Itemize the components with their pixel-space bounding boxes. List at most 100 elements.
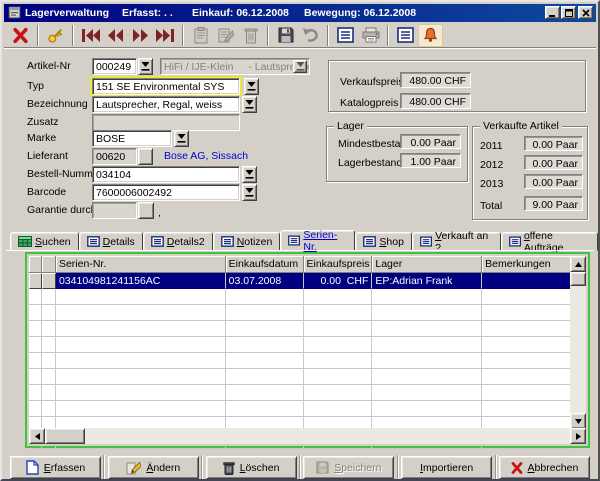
barcode-input[interactable]: 7600006002492 <box>92 184 240 201</box>
table-row-empty[interactable] <box>29 369 571 385</box>
list-icon[interactable] <box>393 24 418 47</box>
importieren-button[interactable]: Importieren <box>401 456 492 479</box>
bestell-nummer-dropdown-icon[interactable] <box>242 166 257 183</box>
button-separator <box>495 455 497 480</box>
command-button-bar: Erfassen Ändern Löschen Speichern Import… <box>2 455 598 480</box>
lieferant-lookup-button[interactable] <box>138 148 153 165</box>
row-indicator[interactable] <box>29 273 42 289</box>
paste-icon[interactable] <box>188 24 213 47</box>
lagerbestand-label: Lagerbestand <box>338 155 402 169</box>
tab-serien-nr[interactable]: Serien-Nr. <box>280 230 355 251</box>
table-row-empty[interactable] <box>29 401 571 417</box>
scroll-left-icon[interactable] <box>29 428 45 444</box>
kategorie-dropdown-icon[interactable] <box>293 60 307 73</box>
header-lager[interactable]: Lager <box>372 256 482 273</box>
header-einkaufspreis[interactable]: Einkaufspreis <box>304 256 373 273</box>
save-icon[interactable] <box>273 24 298 47</box>
jahr-2012-label: 2012 <box>480 157 503 171</box>
tab-verkauft-an[interactable]: Verkauft an ? <box>412 232 501 251</box>
garantie-label: Garantie durch <box>27 202 96 216</box>
document-icon <box>151 236 164 247</box>
artikel-nr-label: Artikel-Nr <box>27 58 71 72</box>
table-row-empty[interactable] <box>29 353 571 369</box>
titlebar[interactable]: Lagerverwaltung Erfasst: . . Einkauf: 06… <box>4 4 596 22</box>
lager-group-title: Lager <box>334 120 367 132</box>
artikel-nr-dropdown-icon[interactable] <box>138 58 153 75</box>
cell-lager[interactable]: EP:Adrian Frank <box>372 273 482 289</box>
marke-input[interactable]: BOSE <box>92 130 172 147</box>
table-row-empty[interactable] <box>29 337 571 353</box>
header-einkaufsdatum[interactable]: Einkaufsdatum <box>226 256 304 273</box>
bestell-nummer-input[interactable]: 034104 <box>92 166 240 183</box>
edit-icon[interactable] <box>213 24 238 47</box>
toolbar-separator <box>37 25 39 46</box>
table-row-empty[interactable] <box>29 321 571 337</box>
alarm-bell-icon[interactable] <box>418 24 443 47</box>
edit-pencil-icon <box>126 461 141 475</box>
first-record-icon[interactable] <box>78 24 103 47</box>
titlebar-einkauf: Einkauf: 06.12.2008 <box>192 7 289 19</box>
loeschen-button[interactable]: Löschen <box>206 456 297 479</box>
header-serien-nr[interactable]: Serien-Nr. <box>56 256 226 273</box>
tab-suchen[interactable]: Suchen <box>10 232 79 251</box>
tab-offene-auftraege[interactable]: offene Aufträge <box>501 232 598 251</box>
tab-details[interactable]: Details <box>79 232 143 251</box>
abbrechen-button[interactable]: Abbrechen <box>499 456 590 479</box>
undo-icon[interactable] <box>298 24 323 47</box>
cancel-icon[interactable] <box>8 24 33 47</box>
header-bemerkungen[interactable]: Bemerkungen <box>482 256 571 273</box>
report-icon[interactable] <box>333 24 358 47</box>
minimize-button[interactable] <box>545 6 560 19</box>
button-separator <box>299 455 301 480</box>
aendern-button[interactable]: Ändern <box>108 456 199 479</box>
jahr-2013-label: 2013 <box>480 176 503 190</box>
titlebar-bewegung: Bewegung: 06.12.2008 <box>304 7 416 19</box>
scroll-right-icon[interactable] <box>570 428 586 444</box>
table-row-selected[interactable]: 034104981241156AC 03.07.2008 0.00 CHF EP… <box>29 273 571 289</box>
tab-details2[interactable]: Details2 <box>143 232 213 251</box>
table-row-empty[interactable] <box>29 385 571 401</box>
cell-einkaufspreis[interactable]: 0.00 CHF <box>304 273 373 289</box>
marke-dropdown-icon[interactable] <box>174 130 189 147</box>
typ-input[interactable]: 151 SE Environmental SYS <box>92 78 240 95</box>
total-label: Total <box>480 198 502 212</box>
typ-dropdown-icon[interactable] <box>244 78 259 95</box>
cell-einkaufsdatum[interactable]: 03.07.2008 <box>226 273 304 289</box>
print-icon[interactable] <box>358 24 383 47</box>
button-separator <box>103 455 105 480</box>
erfassen-button[interactable]: Erfassen <box>10 456 101 479</box>
garantie-lookup-button[interactable] <box>138 202 154 219</box>
vertical-scroll-thumb[interactable] <box>570 272 586 286</box>
typ-label: Typ <box>27 78 44 92</box>
bezeichnung-dropdown-icon[interactable] <box>242 96 257 113</box>
verkaufte-artikel-group-title: Verkaufte Artikel <box>480 120 562 132</box>
row-indicator[interactable] <box>42 273 56 289</box>
cell-bemerkungen[interactable] <box>482 273 571 289</box>
artikel-nr-input[interactable]: 000249 <box>92 58 137 75</box>
scroll-down-icon[interactable] <box>570 413 586 429</box>
previous-record-icon[interactable] <box>103 24 128 47</box>
maximize-button[interactable] <box>561 6 576 19</box>
bezeichnung-input[interactable]: Lautsprecher, Regal, weiss <box>92 96 240 113</box>
horizontal-scroll-track[interactable] <box>85 428 570 444</box>
horizontal-scrollbar[interactable] <box>29 428 586 444</box>
tab-notizen[interactable]: Notizen <box>213 232 281 251</box>
scroll-up-icon[interactable] <box>570 256 586 272</box>
table-row-empty[interactable] <box>29 289 571 305</box>
tab-shop[interactable]: Shop <box>355 232 412 251</box>
jahr-2011-label: 2011 <box>480 138 503 152</box>
cell-serien-nr[interactable]: 034104981241156AC <box>56 273 226 289</box>
table-row-empty[interactable] <box>29 305 571 321</box>
delete-icon[interactable] <box>238 24 263 47</box>
next-record-icon[interactable] <box>128 24 153 47</box>
verkaufspreis-value: 480.00 CHF <box>400 72 471 88</box>
document-icon <box>221 236 234 247</box>
toolbar-separator <box>72 25 74 46</box>
key-icon[interactable] <box>43 24 68 47</box>
close-button[interactable] <box>578 6 593 19</box>
barcode-dropdown-icon[interactable] <box>242 184 257 201</box>
document-icon <box>420 236 432 247</box>
vertical-scrollbar[interactable] <box>570 256 586 429</box>
last-record-icon[interactable] <box>153 24 178 47</box>
horizontal-scroll-thumb[interactable] <box>45 428 85 444</box>
